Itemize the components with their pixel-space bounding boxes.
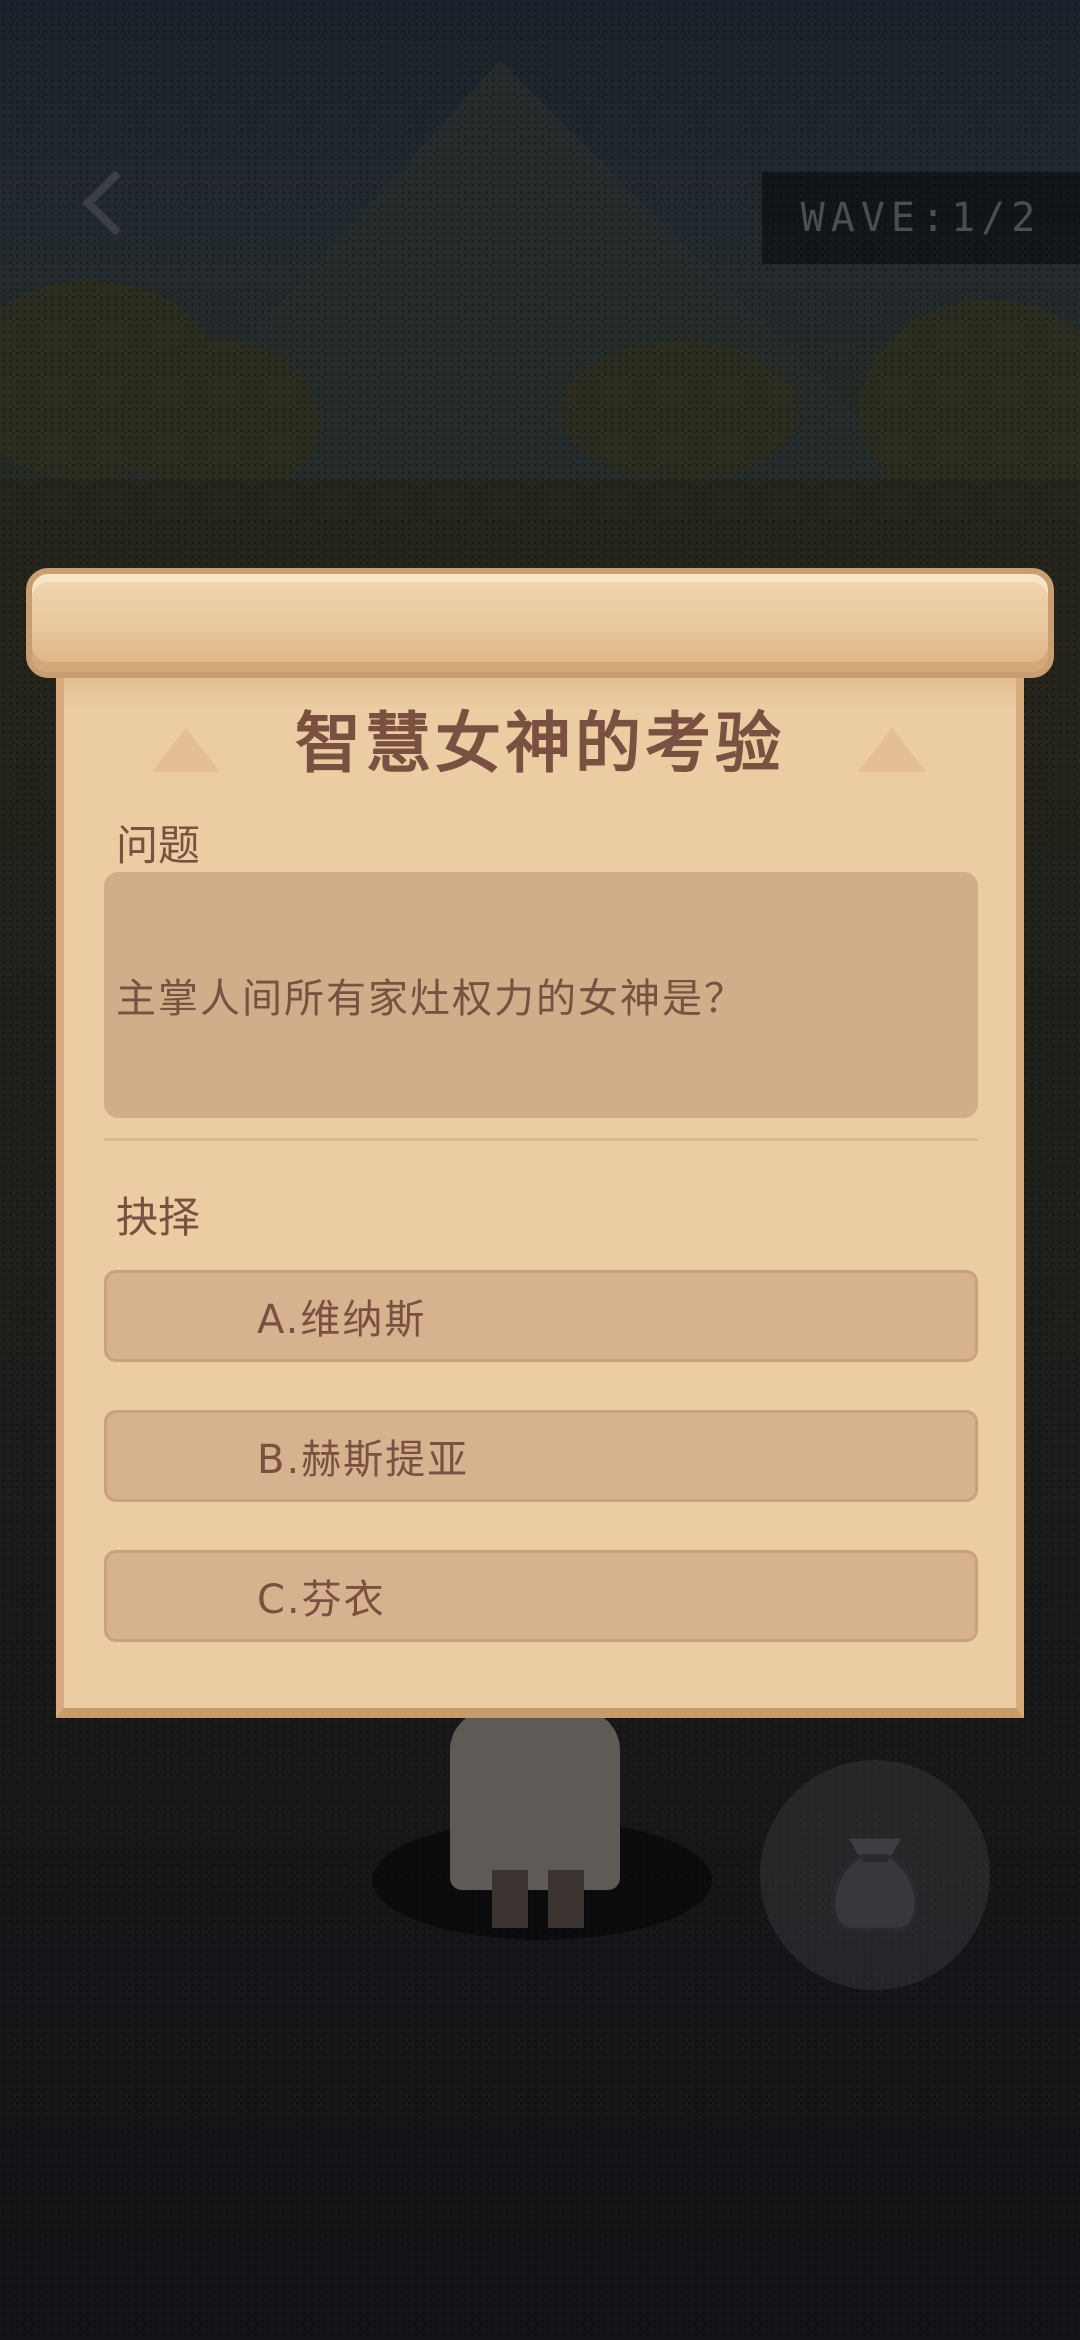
scroll-roll xyxy=(26,568,1054,678)
option-c-label: C.芬衣 xyxy=(257,1577,386,1623)
choice-label: 抉择 xyxy=(116,1193,201,1242)
option-a-button[interactable]: A.维纳斯 xyxy=(104,1270,978,1362)
option-b-button[interactable]: B.赫斯提亚 xyxy=(104,1410,978,1502)
bag-icon xyxy=(831,1838,919,1932)
option-a-label: A.维纳斯 xyxy=(257,1297,427,1343)
divider xyxy=(104,1138,978,1141)
question-label: 问题 xyxy=(116,821,201,870)
character-leg-right xyxy=(548,1870,584,1928)
dialog-title: 智慧女神的考验 xyxy=(295,705,785,782)
wave-text: WAVE:1/2 xyxy=(800,195,1042,241)
wave-indicator: WAVE:1/2 xyxy=(762,172,1080,264)
character-leg-left xyxy=(492,1870,528,1928)
question-text: 主掌人间所有家灶权力的女神是？ xyxy=(116,976,746,1022)
option-b-label: B.赫斯提亚 xyxy=(257,1437,470,1483)
bag-button[interactable] xyxy=(760,1760,990,1990)
option-c-button[interactable]: C.芬衣 xyxy=(104,1550,978,1642)
player-character xyxy=(450,1710,620,1890)
question-box: 主掌人间所有家灶权力的女神是？ xyxy=(104,872,978,1118)
